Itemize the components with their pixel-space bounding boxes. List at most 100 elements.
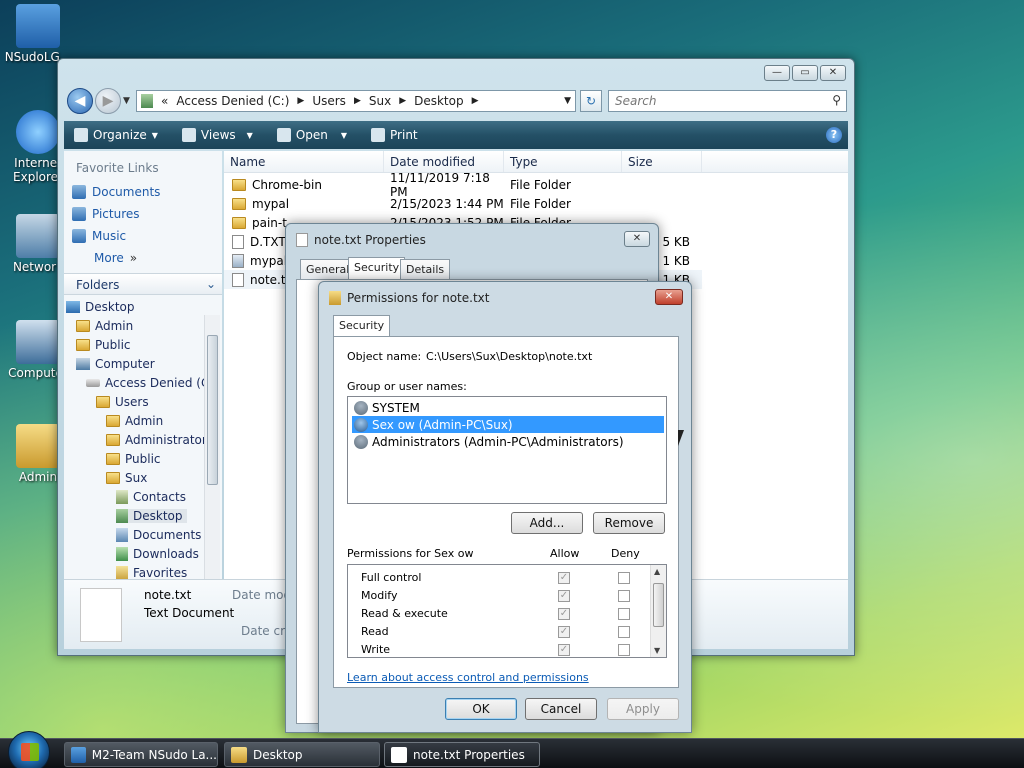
column-type[interactable]: Type xyxy=(504,151,622,172)
tab-details[interactable]: Details xyxy=(400,259,451,279)
file-row[interactable]: Chrome-bin 11/11/2019 7:18 PM File Folde… xyxy=(224,171,694,199)
refresh-button[interactable]: ↻ xyxy=(580,90,602,112)
tree-item-desktop[interactable]: Desktop xyxy=(66,300,135,314)
search-placeholder: Search xyxy=(615,94,657,108)
breadcrumb-sux[interactable]: Sux xyxy=(369,94,391,108)
recent-pages-dropdown[interactable]: ▼ xyxy=(123,96,130,106)
taskbar-button-nsudo[interactable]: M2-Team NSudo La... xyxy=(64,742,218,767)
taskbar-button-properties[interactable]: note.txt Properties xyxy=(384,742,540,767)
cancel-button[interactable]: Cancel xyxy=(525,698,597,720)
folder-icon xyxy=(76,339,90,351)
group-user-list[interactable]: SYSTEM Sex ow (Admin-PC\Sux) Administrat… xyxy=(347,396,667,504)
address-dropdown-icon[interactable]: ▼ xyxy=(564,96,571,106)
deny-checkbox[interactable] xyxy=(618,644,630,656)
downloads-icon xyxy=(116,547,128,561)
file-row[interactable]: mypal 2/15/2023 1:44 PM File Folder xyxy=(224,194,694,213)
tree-item-computer[interactable]: Computer xyxy=(76,357,155,371)
tree-item-admin[interactable]: Admin xyxy=(76,319,133,333)
scroll-thumb[interactable] xyxy=(653,583,664,627)
folder-icon xyxy=(106,472,120,484)
tree-item-favorites[interactable]: Favorites xyxy=(116,566,187,580)
breadcrumb-users[interactable]: Users xyxy=(312,94,346,108)
tree-item-administrator[interactable]: Administrator xyxy=(106,433,207,447)
tree-item-downloads[interactable]: Downloads xyxy=(116,547,199,561)
close-button[interactable]: ✕ xyxy=(820,65,846,81)
favorite-link-pictures[interactable]: Pictures xyxy=(72,207,140,221)
scroll-down-icon[interactable]: ▼ xyxy=(654,646,660,655)
tab-security[interactable]: Security xyxy=(333,315,391,337)
deny-checkbox[interactable] xyxy=(618,608,630,620)
nsudo-icon xyxy=(71,746,86,763)
permission-name: Read xyxy=(361,625,389,638)
tree-item-sux-desktop[interactable]: Desktop xyxy=(116,509,187,523)
scroll-thumb[interactable] xyxy=(207,335,218,485)
forward-button[interactable]: ▶ xyxy=(95,88,121,114)
column-name[interactable]: Name xyxy=(224,151,384,172)
favorite-link-music[interactable]: Music xyxy=(72,229,126,243)
tab-security[interactable]: Security xyxy=(348,257,406,279)
minimize-button[interactable]: — xyxy=(764,65,790,81)
favorite-link-documents[interactable]: Documents xyxy=(72,185,160,199)
folder-icon xyxy=(141,94,153,108)
allow-checkbox: ✓ xyxy=(558,572,570,584)
views-menu[interactable]: Views ▼ xyxy=(181,128,253,142)
allow-header: Allow xyxy=(550,547,580,560)
start-button[interactable] xyxy=(8,731,50,768)
list-item[interactable]: Administrators (Admin-PC\Administrators) xyxy=(352,433,664,450)
list-item[interactable]: SYSTEM xyxy=(352,399,664,416)
permissions-scrollbar[interactable]: ▲ ▼ xyxy=(650,565,666,657)
task-label: Desktop xyxy=(253,747,303,762)
tree-scrollbar[interactable] xyxy=(204,315,220,579)
breadcrumb-desktop[interactable]: Desktop xyxy=(414,94,464,108)
tree-item-sux[interactable]: Sux xyxy=(106,471,147,485)
object-name-label: Object name: xyxy=(347,350,422,363)
tree-item-users-admin[interactable]: Admin xyxy=(106,414,163,428)
learn-access-control-link[interactable]: Learn about access control and permissio… xyxy=(347,671,589,684)
close-button[interactable]: ✕ xyxy=(624,231,650,247)
deny-checkbox[interactable] xyxy=(618,626,630,638)
tree-item-contacts[interactable]: Contacts xyxy=(116,490,186,504)
add-button[interactable]: Add... xyxy=(511,512,583,534)
tree-item-drive-c[interactable]: Access Denied (C:) xyxy=(86,376,218,390)
folder-icon xyxy=(96,396,110,408)
search-input[interactable]: Search ⚲ xyxy=(608,90,847,112)
folders-header[interactable]: Folders ⌄ xyxy=(64,273,222,295)
column-date-modified[interactable]: Date modified xyxy=(384,151,504,172)
folder-icon xyxy=(232,197,246,210)
computer-icon xyxy=(16,320,60,364)
help-icon[interactable]: ? xyxy=(826,127,842,143)
taskbar-button-desktop[interactable]: Desktop xyxy=(224,742,380,767)
open-menu[interactable]: Open ▼ xyxy=(276,128,347,142)
tree-item-users-public[interactable]: Public xyxy=(106,452,161,466)
more-link[interactable]: More » xyxy=(94,251,137,265)
tree-label: Administrator xyxy=(125,433,207,447)
list-item-selected[interactable]: Sex ow (Admin-PC\Sux) xyxy=(352,416,664,433)
task-label: M2-Team NSudo La... xyxy=(91,747,217,762)
tree-item-users[interactable]: Users xyxy=(96,395,149,409)
more-label: More xyxy=(94,251,124,265)
desktop-icon-nsudo[interactable]: NSudoLG... xyxy=(0,4,76,64)
print-button[interactable]: Print xyxy=(371,128,418,142)
tree-label: Access Denied (C:) xyxy=(105,376,219,390)
text-file-icon xyxy=(232,272,244,287)
address-bar[interactable]: « Access Denied (C:) ▶ Users ▶ Sux ▶ Deskto… xyxy=(136,90,576,112)
tree-label: Public xyxy=(95,338,131,352)
music-icon xyxy=(72,229,86,243)
column-size[interactable]: Size xyxy=(622,151,702,172)
back-button[interactable]: ◀ xyxy=(67,88,93,114)
scroll-up-icon[interactable]: ▲ xyxy=(654,567,660,576)
breadcrumb-overflow[interactable]: « xyxy=(161,94,168,108)
ok-button[interactable]: OK xyxy=(445,698,517,720)
remove-button[interactable]: Remove xyxy=(593,512,665,534)
tree-label: Favorites xyxy=(133,566,188,580)
tree-item-public[interactable]: Public xyxy=(76,338,131,352)
tree-item-documents[interactable]: Documents xyxy=(116,528,201,542)
deny-checkbox[interactable] xyxy=(618,572,630,584)
organize-menu[interactable]: Organize ▼ xyxy=(74,128,158,142)
object-name-value: C:\Users\Sux\Desktop\note.txt xyxy=(426,350,593,363)
close-button[interactable]: ✕ xyxy=(655,289,683,305)
permissions-list: Full control ✓ Modify ✓ Read & execute ✓… xyxy=(347,564,667,658)
deny-checkbox[interactable] xyxy=(618,590,630,602)
maximize-button[interactable]: ▭ xyxy=(792,65,818,81)
breadcrumb-drive[interactable]: Access Denied (C:) xyxy=(176,94,289,108)
